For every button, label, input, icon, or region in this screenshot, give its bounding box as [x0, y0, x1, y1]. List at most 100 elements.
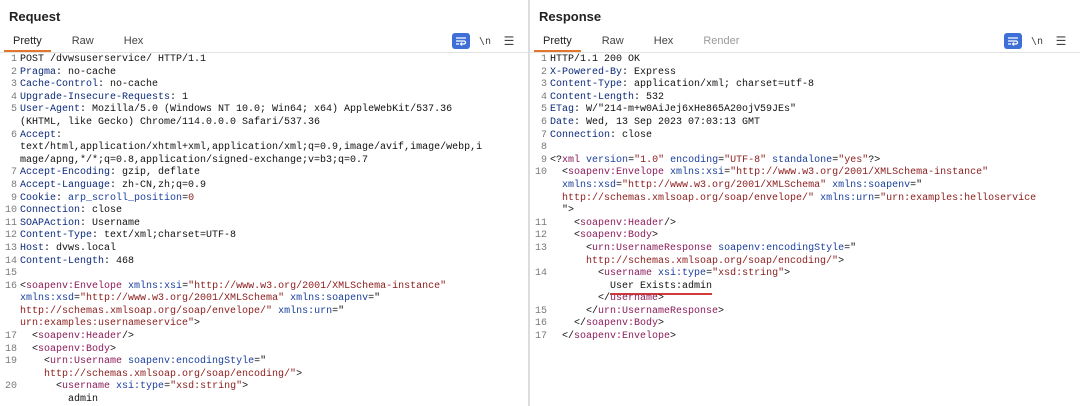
- code-token: Host: [20, 242, 45, 254]
- code-token: </: [550, 331, 575, 343]
- code-token: Accept: [20, 129, 57, 141]
- code-token: "urn:examples:helloservice: [880, 192, 1037, 204]
- line-text: text/html,application/xhtml+xml,applicat…: [20, 142, 482, 155]
- line-text: <username xsi:type="xsd:string">: [20, 381, 248, 394]
- code-token: <?: [550, 154, 563, 166]
- code-token: Connection: [550, 129, 611, 141]
- code-line: 9 <?xml version="1.0" encoding="UTF-8" st…: [530, 155, 1080, 168]
- tab-raw[interactable]: Raw: [593, 32, 633, 52]
- tab-hex[interactable]: Hex: [115, 32, 153, 52]
- code-token: soapenv:Body: [586, 318, 659, 330]
- code-token: <: [20, 356, 51, 368]
- code-line: 16 </soapenv:Body>: [530, 318, 1080, 331]
- line-number: 3: [540, 79, 547, 91]
- code-token: urn:UsernameResponse: [592, 242, 713, 254]
- code-token: : gzip, deflate: [110, 167, 201, 179]
- code-token: : 532: [634, 91, 665, 103]
- code-token: : Wed, 13 Sep 2023 07:03:13 GMT: [574, 116, 761, 128]
- tab-pretty[interactable]: Pretty: [534, 32, 581, 52]
- line-number: 20: [4, 381, 17, 393]
- line-number: 18: [4, 343, 17, 355]
- tab-hex[interactable]: Hex: [645, 32, 683, 52]
- line-number: 12: [534, 230, 547, 242]
- line-text: X-Powered-By: Express: [550, 67, 676, 80]
- tab-raw[interactable]: Raw: [63, 32, 103, 52]
- code-token: </: [550, 305, 599, 317]
- code-token: mage/apng,*/*;q=0.8,application/signed-e…: [20, 154, 369, 166]
- line-text: SOAPAction: Username: [20, 218, 140, 231]
- code-token: >: [718, 305, 725, 317]
- code-token: : Express: [622, 66, 677, 78]
- line-text: <soapenv:Header/>: [20, 331, 134, 344]
- line-number: [0, 117, 20, 130]
- line-number: 8: [10, 179, 17, 191]
- line-text: Date: Wed, 13 Sep 2023 07:03:13 GMT: [550, 117, 760, 130]
- line-text: Pragma: no-cache: [20, 67, 116, 80]
- code-token: : 468: [104, 255, 135, 267]
- code-token: <: [550, 268, 605, 280]
- code-token: soapenv:encodingStyle: [128, 356, 255, 368]
- code-token: "1.0": [634, 154, 665, 166]
- code-line: 16 <soapenv:Envelope xmlns:xsi="http://ww…: [0, 281, 528, 294]
- code-token: "http://www.w3.org/2001/XMLSchema-instan…: [730, 167, 989, 179]
- code-token: soapenv:Envelope: [26, 280, 123, 292]
- code-token: />: [664, 217, 677, 229]
- code-token: Pragma: [20, 66, 57, 78]
- code-token: xmlns:xsd: [20, 293, 75, 305]
- request-tab-divider: [0, 52, 528, 53]
- line-number: 13: [534, 242, 547, 254]
- show-newlines-button[interactable]: \n: [1030, 33, 1044, 49]
- code-token: http://schemas.xmlsoap.org/soap/envelope…: [20, 305, 273, 317]
- code-token: text/html,application/xhtml+xml,applicat…: [20, 142, 483, 154]
- code-token: soapenv:Body: [38, 343, 111, 355]
- wrap-lines-button[interactable]: [452, 33, 470, 49]
- code-token: http://schemas.xmlsoap.org/soap/envelope…: [562, 192, 815, 204]
- line-text: </soapenv:Envelope>: [550, 331, 676, 344]
- code-token: =": [254, 356, 267, 368]
- code-token: <: [550, 217, 581, 229]
- line-text: Accept-Language: zh-CN,zh;q=0.9: [20, 180, 206, 193]
- show-newlines-button[interactable]: \n: [478, 33, 492, 49]
- line-text: User Exists:admin: [550, 280, 713, 295]
- code-token: >: [296, 368, 303, 380]
- line-text: </urn:UsernameResponse>: [550, 306, 724, 319]
- code-line: http://schemas.xmlsoap.org/soap/encoding…: [530, 256, 1080, 269]
- line-number: 14: [534, 268, 547, 280]
- code-line: mage/apng,*/*;q=0.8,application/signed-e…: [0, 155, 528, 168]
- line-number: 1: [10, 54, 17, 65]
- code-token: "http://www.w3.org/2001/XMLSchema-instan…: [188, 280, 447, 292]
- code-token: soapenv:Envelope: [568, 167, 665, 179]
- code-line: 19 <urn:Username soapenv:encodingStyle=": [0, 356, 528, 369]
- code-token: xmlns:xsd: [562, 179, 617, 191]
- line-text: xmlns:xsd="http://www.w3.org/2001/XMLSch…: [20, 293, 380, 306]
- response-editor[interactable]: 1 HTTP/1.1 200 OK 2 X-Powered-By: Express 3 C…: [530, 54, 1080, 344]
- code-token: Cache-Control: [20, 79, 99, 91]
- menu-icon[interactable]: ☰: [500, 33, 518, 49]
- line-text: Cookie: arp_scroll_position=0: [20, 193, 194, 206]
- code-token: username: [62, 381, 111, 393]
- tab-pretty[interactable]: Pretty: [4, 32, 51, 52]
- line-number: [0, 142, 20, 155]
- response-toolbar: \n ☰: [996, 32, 1070, 50]
- code-token: "http://www.w3.org/2001/XMLSchema": [622, 179, 827, 191]
- code-token: =": [368, 293, 381, 305]
- line-text: urn:examples:usernameservice">: [20, 318, 200, 331]
- line-text: xmlns:xsd="http://www.w3.org/2001/XMLSch…: [550, 180, 922, 193]
- line-text: Content-Length: 468: [20, 256, 134, 269]
- code-line: 20 <username xsi:type="xsd:string">: [0, 381, 528, 394]
- code-token: Upgrade-Insecure-Requests: [20, 91, 171, 103]
- code-token: =": [332, 305, 345, 317]
- code-token: >: [242, 381, 249, 393]
- wrap-lines-button[interactable]: [1004, 33, 1022, 49]
- code-token: xmlns:soapenv: [832, 179, 911, 191]
- request-pane: Request Pretty Raw Hex \n ☰ 1 POST /dvwsuse…: [0, 0, 528, 406]
- line-number: 10: [4, 205, 17, 217]
- menu-icon[interactable]: ☰: [1052, 33, 1070, 49]
- code-line: 9 Cookie: arp_scroll_position=0: [0, 193, 528, 206]
- code-token: </: [550, 293, 611, 305]
- line-text: <username xsi:type="xsd:string">: [550, 268, 790, 281]
- code-token: HTTP/1.1 200 OK: [550, 54, 641, 65]
- line-text: Content-Type: application/xml; charset=u…: [550, 79, 814, 92]
- code-line: </username>: [530, 293, 1080, 306]
- request-editor[interactable]: 1 POST /dvwsuserservice/ HTTP/1.1 2 Pragma:…: [0, 54, 528, 406]
